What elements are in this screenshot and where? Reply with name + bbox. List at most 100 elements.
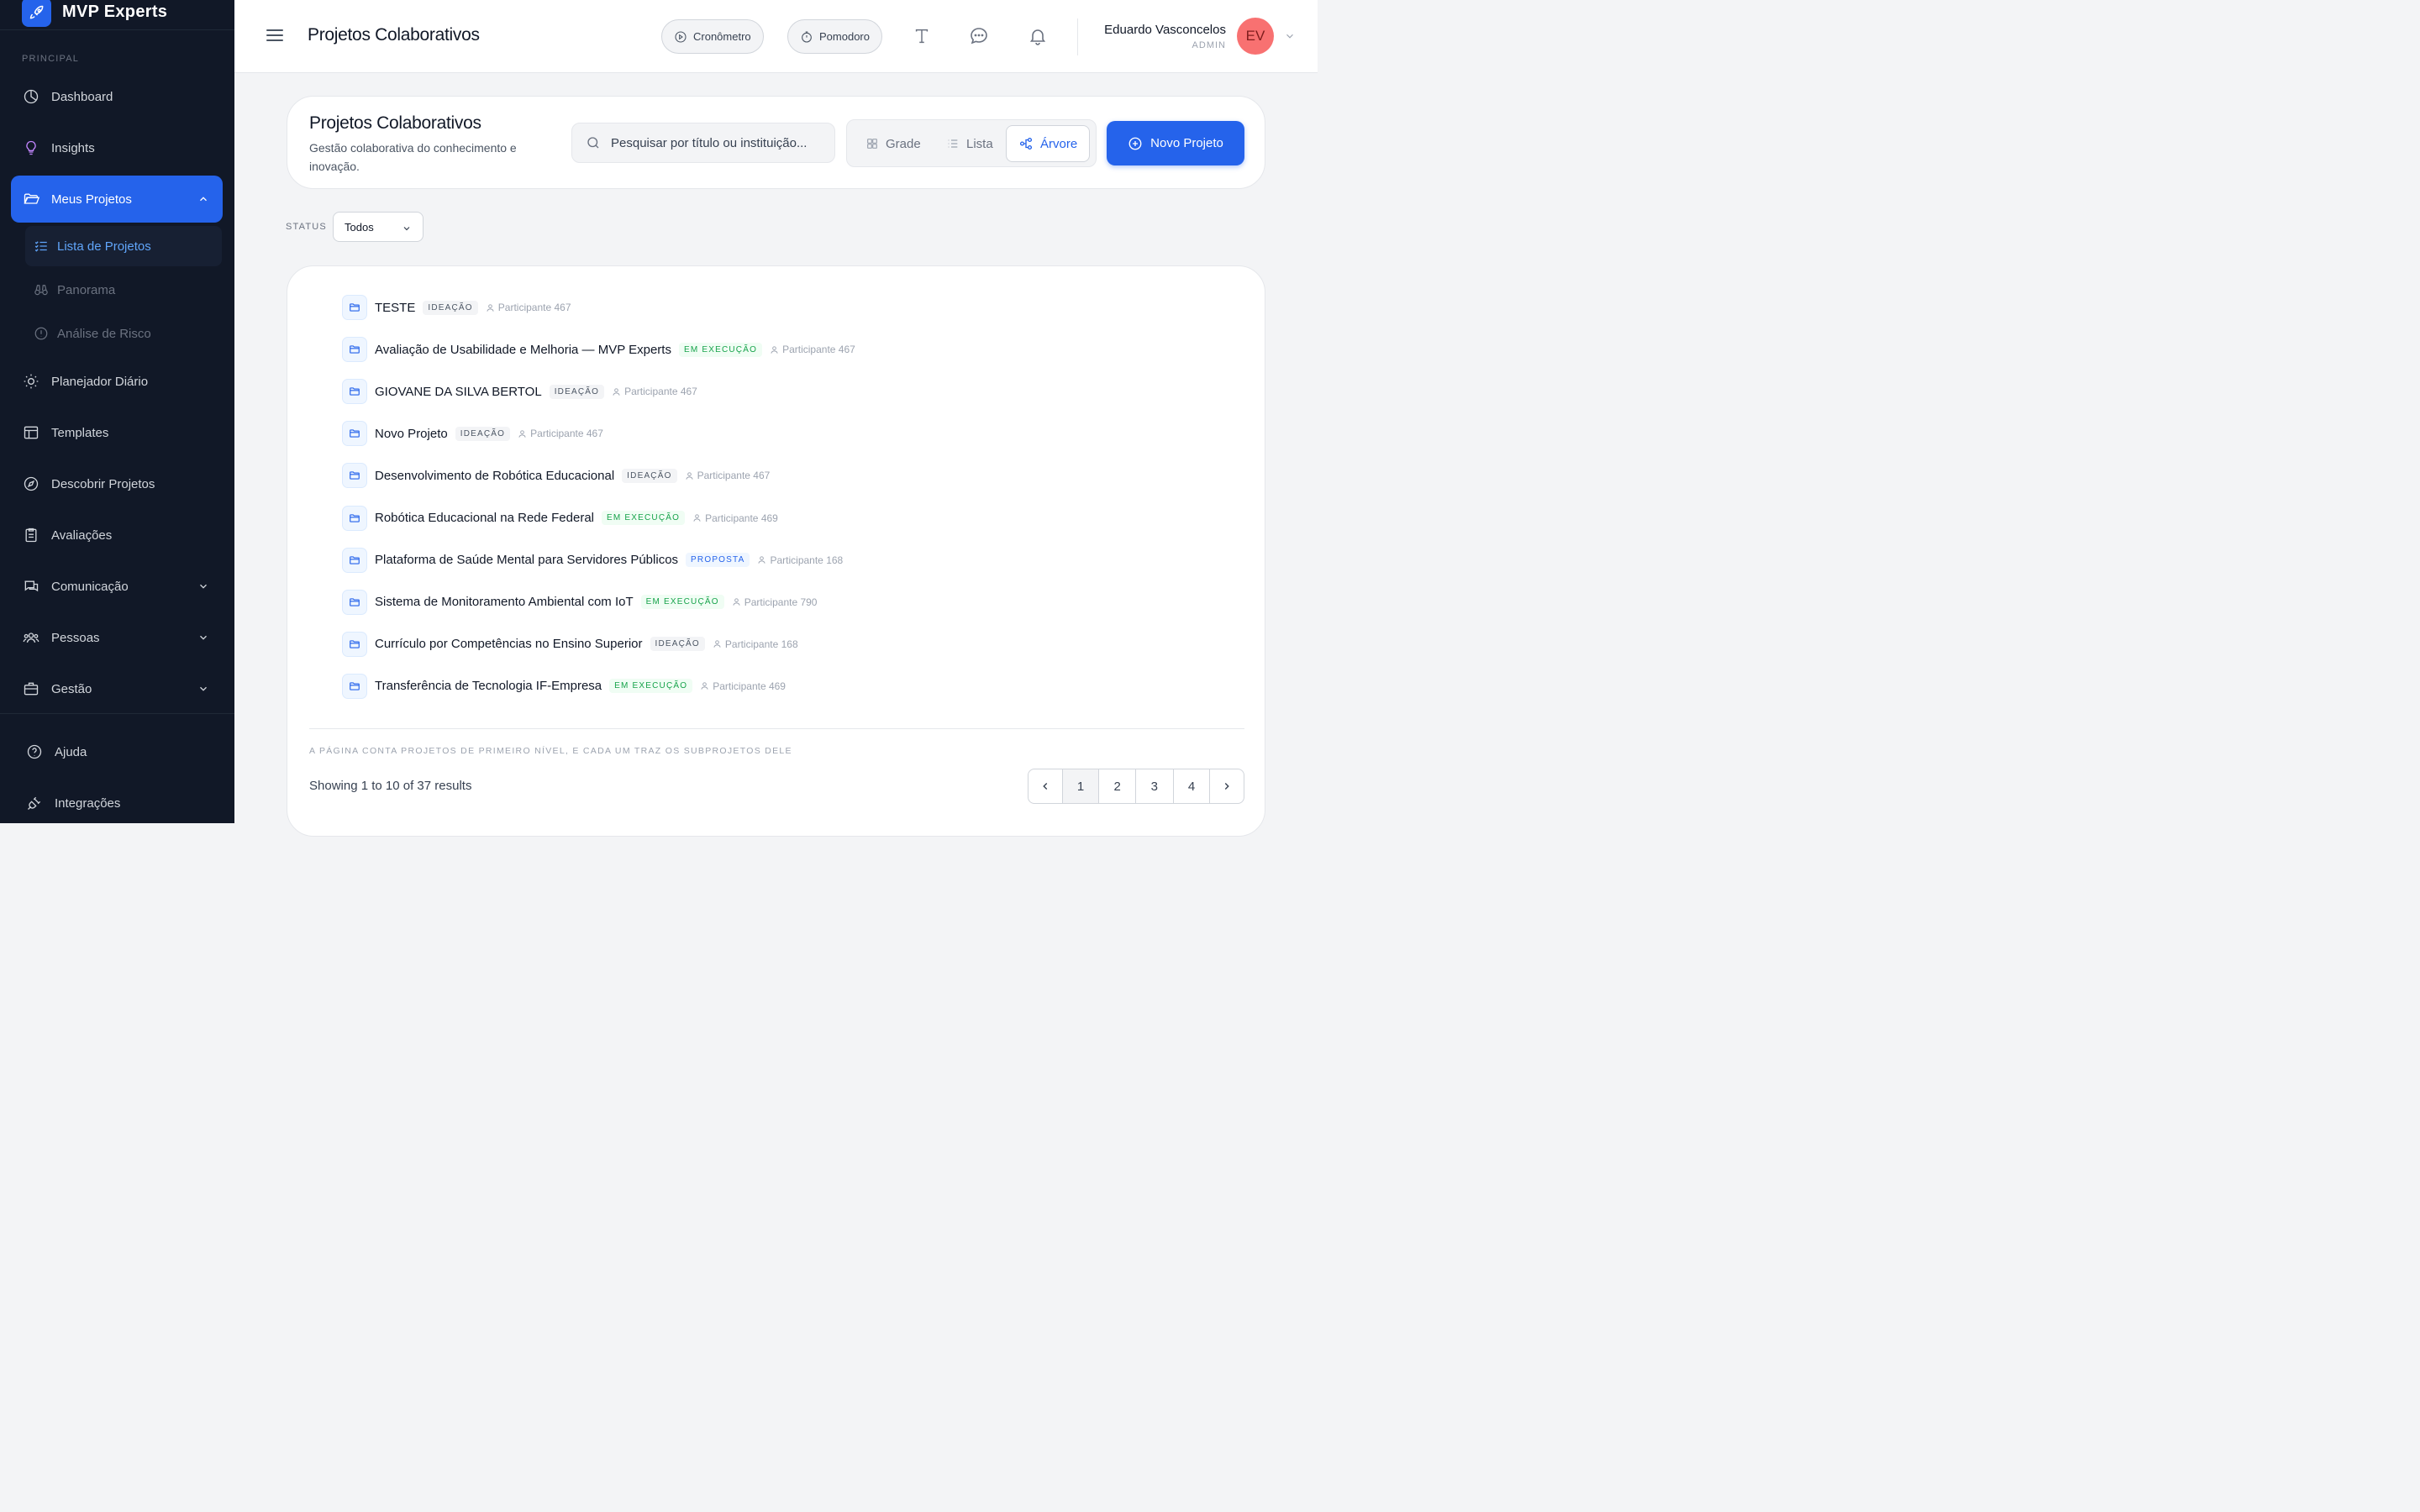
project-title[interactable]: Plataforma de Saúde Mental para Servidor… — [375, 553, 678, 567]
project-title[interactable]: Novo Projeto — [375, 427, 448, 441]
sidebar-item-integracoes[interactable]: Integrações — [14, 780, 226, 827]
sidebar-item-ajuda[interactable]: Ajuda — [14, 728, 226, 775]
chat-bubble-icon[interactable] — [969, 26, 989, 46]
participant-label: Participante 467 — [497, 302, 571, 313]
project-title[interactable]: TESTE — [375, 301, 415, 315]
bell-icon[interactable] — [1028, 26, 1048, 46]
chevron-down-icon — [197, 580, 209, 596]
layout-icon — [23, 424, 39, 441]
sidebar-item-insights[interactable]: Insights — [11, 124, 223, 171]
folder-icon — [342, 295, 367, 320]
sidebar-subitem-panorama[interactable]: Panorama — [25, 270, 222, 310]
project-title[interactable]: Robótica Educacional na Rede Federal — [375, 511, 594, 525]
view-list-label: Lista — [966, 136, 993, 151]
project-title[interactable]: Transferência de Tecnologia IF-Empresa — [375, 679, 602, 693]
sidebar-item-avaliacoes[interactable]: Avaliações — [11, 512, 223, 559]
view-list-button[interactable]: Lista — [934, 125, 1005, 162]
sidebar-subitem-label: Panorama — [57, 282, 116, 297]
sidebar-item-descobrir-projetos[interactable]: Descobrir Projetos — [11, 460, 223, 507]
status-filter-label: STATUS — [286, 222, 327, 232]
project-title[interactable]: Currículo por Competências no Ensino Sup… — [375, 637, 643, 651]
chevron-up-icon — [197, 193, 209, 208]
page-2-button[interactable]: 2 — [1099, 769, 1136, 803]
project-title[interactable]: Avaliação de Usabilidade e Melhoria — MV… — [375, 343, 671, 357]
page-4-button[interactable]: 4 — [1174, 769, 1211, 803]
participant-info: Participante 469 — [692, 512, 778, 524]
folder-icon — [342, 463, 367, 489]
status-badge: EM EXECUÇÃO — [602, 511, 686, 525]
project-row[interactable]: Robótica Educacional na Rede Federal EM E… — [342, 505, 778, 532]
sidebar-item-dashboard[interactable]: Dashboard — [11, 73, 223, 120]
text-format-icon[interactable] — [912, 26, 932, 46]
sidebar-item-label: Gestão — [51, 681, 92, 696]
prev-page-button[interactable] — [1028, 769, 1063, 803]
next-page-button[interactable] — [1210, 769, 1244, 803]
project-row[interactable]: Transferência de Tecnologia IF-Empresa EM… — [342, 673, 786, 700]
alert-circle-icon — [34, 326, 49, 341]
header-separator — [1077, 18, 1078, 55]
tree-icon — [1019, 137, 1033, 150]
pomodoro-button[interactable]: Pomodoro — [787, 19, 882, 54]
participant-info: Participante 467 — [612, 386, 697, 397]
project-row[interactable]: Currículo por Competências no Ensino Sup… — [342, 631, 798, 658]
sidebar-item-gestao[interactable]: Gestão — [11, 665, 223, 712]
status-badge: IDEAÇÃO — [455, 426, 511, 441]
section-subtitle: Gestão colaborativa do conhecimento e in… — [309, 141, 517, 173]
view-tree-button[interactable]: Árvore — [1006, 125, 1091, 162]
sidebar-subitem-lista-de-projetos[interactable]: Lista de Projetos — [25, 226, 222, 266]
chevron-down-icon — [197, 683, 209, 698]
page-1-button[interactable]: 1 — [1062, 769, 1100, 803]
menu-icon[interactable] — [265, 25, 285, 45]
sidebar-item-meus-projetos[interactable]: Meus Projetos — [11, 176, 223, 223]
search-input[interactable] — [611, 135, 829, 150]
project-row[interactable]: GIOVANE DA SILVA BERTOL IDEAÇÃO Participan… — [342, 378, 697, 405]
sidebar-divider — [0, 713, 234, 714]
lightbulb-icon — [23, 139, 39, 156]
sidebar-item-planejador-diario[interactable]: Planejador Diário — [11, 358, 223, 405]
sidebar-subitem-analise-de-risco[interactable]: Análise de Risco — [25, 313, 222, 354]
project-row[interactable]: Avaliação de Usabilidade e Melhoria — MV… — [342, 336, 855, 363]
sidebar-item-comunicacao[interactable]: Comunicação — [11, 563, 223, 610]
sidebar: MVP Experts PRINCIPAL Dashboard Insights… — [0, 0, 234, 823]
search-box[interactable] — [571, 123, 835, 163]
chevron-down-icon — [403, 227, 410, 231]
folder-icon — [342, 547, 367, 573]
project-row[interactable]: TESTE IDEAÇÃO Participante 467 — [342, 294, 571, 321]
status-filter-value: Todos — [345, 220, 374, 234]
view-grid-button[interactable]: Grade — [854, 125, 933, 162]
user-name[interactable]: Eduardo Vasconcelos — [1104, 23, 1226, 37]
sidebar-item-label: Integrações — [55, 795, 121, 811]
new-project-button[interactable]: Novo Projeto — [1107, 121, 1244, 165]
participant-info: Participante 790 — [732, 596, 817, 608]
project-title[interactable]: Sistema de Monitoramento Ambiental com I… — [375, 595, 634, 609]
avatar[interactable]: EV — [1237, 18, 1274, 55]
project-row[interactable]: Plataforma de Saúde Mental para Servidor… — [342, 547, 843, 574]
project-title[interactable]: GIOVANE DA SILVA BERTOL — [375, 385, 542, 399]
list-check-icon — [34, 239, 49, 254]
brand-name: MVP Experts — [62, 3, 168, 21]
view-tree-label: Árvore — [1040, 136, 1078, 151]
project-row[interactable]: Desenvolvimento de Robótica Educacional I… — [342, 462, 770, 489]
sidebar-item-templates[interactable]: Templates — [11, 409, 223, 456]
status-filter-select[interactable]: Todos — [333, 212, 424, 242]
timer-button[interactable]: Cronômetro — [661, 19, 764, 54]
brand[interactable]: MVP Experts — [0, 0, 234, 30]
list-icon — [948, 139, 958, 148]
briefcase-icon — [23, 680, 39, 697]
results-summary: Showing 1 to 10 of 37 results — [309, 779, 472, 793]
participant-label: Participante 467 — [697, 470, 771, 482]
status-badge: PROPOSTA — [686, 553, 750, 568]
sidebar-item-pessoas[interactable]: Pessoas — [11, 614, 223, 661]
chevron-left-icon — [1043, 783, 1048, 790]
sidebar-item-label: Ajuda — [55, 744, 87, 759]
project-row[interactable]: Novo Projeto IDEAÇÃO Participante 467 — [342, 420, 603, 447]
user-icon — [685, 472, 693, 480]
grid-icon — [867, 139, 877, 149]
project-row[interactable]: Sistema de Monitoramento Ambiental com I… — [342, 589, 817, 616]
folder-icon — [342, 421, 367, 447]
page-3-button[interactable]: 3 — [1136, 769, 1174, 803]
participant-label: Participante 467 — [624, 386, 697, 398]
project-title[interactable]: Desenvolvimento de Robótica Educacional — [375, 469, 614, 483]
chevron-down-icon[interactable] — [1284, 30, 1296, 46]
timer-label: Cronômetro — [693, 30, 751, 43]
